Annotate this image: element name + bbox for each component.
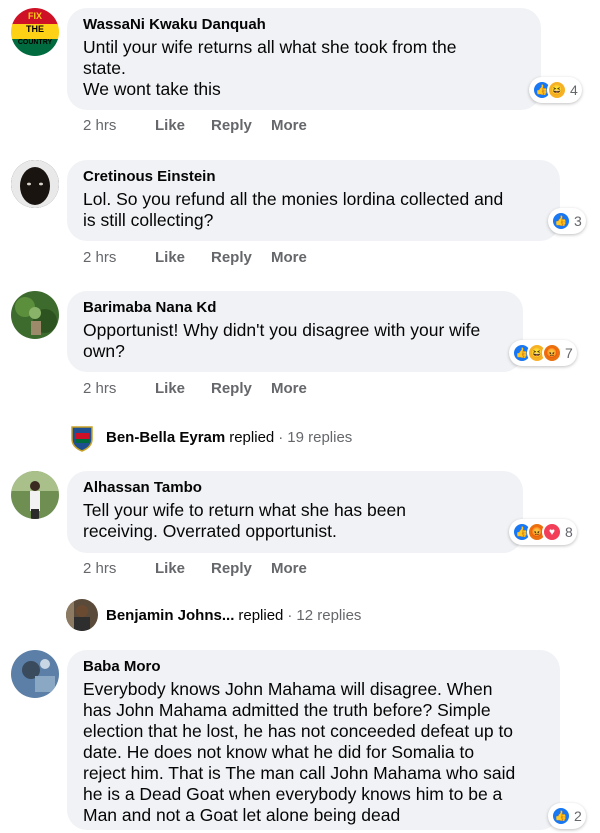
comment-timestamp[interactable]: 2 hrs [83,560,155,577]
more-button[interactable]: More [271,249,307,266]
avatar[interactable]: FIX THE COUNTRY [11,8,59,56]
reaction-summary[interactable]: 👍 3 [548,208,586,234]
comment-actions: 2 hrs Like Reply More [83,380,307,397]
avatar[interactable] [11,650,59,698]
comment-text: Everybody knows John Mahama will disagre… [83,679,516,825]
reply-count[interactable]: 19 replies [287,429,352,446]
reply-button[interactable]: Reply [211,117,271,134]
comment-bubble: Alhassan Tambo Tell your wife to return … [67,471,523,553]
avatar-text-line: COUNTRY [17,39,53,46]
like-button[interactable]: Like [155,560,211,577]
reaction-summary[interactable]: 👍 😆 😡 7 [509,340,577,366]
comment-text: Tell your wife to return what she has be… [83,500,406,541]
like-reaction-icon: 👍 [551,211,571,231]
comment-bubble: Cretinous Einstein Lol. So you refund al… [67,160,560,241]
angry-reaction-icon: 😡 [542,343,562,363]
like-button[interactable]: Like [155,249,211,266]
like-button[interactable]: Like [155,117,211,134]
reaction-summary[interactable]: 👍 😡 ♥ 8 [509,519,577,545]
comment-author[interactable]: WassaNi Kwaku Danquah [83,15,525,34]
comment-text: Until your wife returns all what she too… [83,37,457,99]
reaction-summary[interactable]: 👍 😆 4 [529,77,582,103]
replied-label: replied [238,606,284,624]
more-button[interactable]: More [271,560,307,577]
comment-text: Opportunist! Why didn't you disagree wit… [83,320,481,361]
separator-dot: · [287,606,293,624]
view-replies-link[interactable]: Benjamin Johns... replied · 12 replies [66,599,361,631]
comment-bubble: Baba Moro Everybody knows John Mahama wi… [67,650,560,830]
comment-actions: 2 hrs Like Reply More [83,117,307,134]
reaction-count: 4 [570,82,578,98]
replier-name[interactable]: Ben-Bella Eyram [106,429,225,446]
reaction-count: 7 [565,345,573,361]
like-button[interactable]: Like [155,380,211,397]
view-replies-link[interactable]: Ben-Bella Eyram replied · 19 replies [66,421,352,453]
haha-reaction-icon: 😆 [547,80,567,100]
comment-timestamp[interactable]: 2 hrs [83,380,155,397]
comment-text: Lol. So you refund all the monies lordin… [83,189,504,230]
more-button[interactable]: More [271,380,307,397]
reaction-count: 3 [574,213,582,229]
comment-author[interactable]: Baba Moro [83,657,544,676]
like-reaction-icon: 👍 [551,806,571,826]
more-button[interactable]: More [271,117,307,134]
comment-timestamp[interactable]: 2 hrs [83,249,155,266]
replier-name[interactable]: Benjamin Johns... [106,607,234,624]
reaction-count: 8 [565,524,573,540]
comment-author[interactable]: Barimaba Nana Kd [83,298,507,317]
avatar[interactable] [11,160,59,208]
avatar-text-line: THE [26,24,44,34]
comment-timestamp[interactable]: 2 hrs [83,117,155,134]
reply-button[interactable]: Reply [211,380,271,397]
reply-count[interactable]: 12 replies [296,607,361,624]
comment-actions: 2 hrs Like Reply More [83,249,307,266]
comment-author[interactable]: Alhassan Tambo [83,478,507,497]
reply-button[interactable]: Reply [211,560,271,577]
reaction-summary[interactable]: 👍 2 [548,803,586,829]
replied-label: replied [229,428,275,446]
comment-bubble: Barimaba Nana Kd Opportunist! Why didn't… [67,291,523,372]
separator-dot: · [278,428,284,446]
avatar[interactable] [11,291,59,339]
avatar[interactable] [11,471,59,519]
replier-avatar [66,599,98,631]
avatar-text-line: FIX [27,11,42,21]
comment-actions: 2 hrs Like Reply More [83,560,307,577]
replier-avatar [66,421,98,453]
comment-bubble: WassaNi Kwaku Danquah Until your wife re… [67,8,541,110]
love-reaction-icon: ♥ [542,522,562,542]
reply-button[interactable]: Reply [211,249,271,266]
comment-author[interactable]: Cretinous Einstein [83,167,544,186]
reaction-count: 2 [574,808,582,824]
